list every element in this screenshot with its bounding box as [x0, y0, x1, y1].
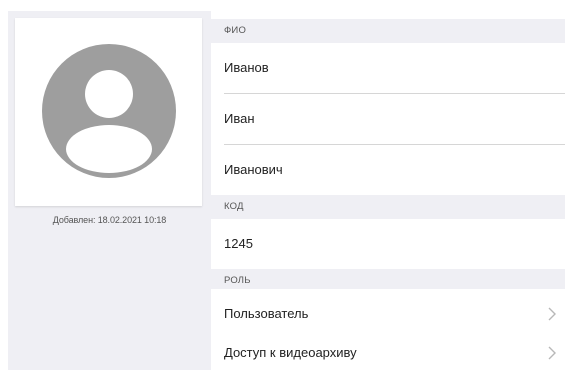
middle-name-field[interactable]: Иванович — [211, 145, 565, 195]
section-header-code: КОД — [211, 195, 565, 219]
first-name-field[interactable]: Иван — [211, 94, 565, 144]
user-profile-screen: Добавлен: 18.02.2021 10:18 ФИО Иванов Ив… — [0, 0, 565, 370]
avatar-card[interactable] — [15, 18, 202, 206]
section-header-fio: ФИО — [211, 19, 565, 43]
role-item-label: Пользователь — [224, 306, 309, 321]
role-item-label: Доступ к видеоархиву — [224, 345, 357, 360]
profile-details: ФИО Иванов Иван Иванович КОД 1245 РОЛЬ П… — [211, 11, 565, 370]
chevron-right-icon — [548, 346, 556, 360]
chevron-right-icon — [548, 307, 556, 321]
added-timestamp: Добавлен: 18.02.2021 10:18 — [52, 215, 167, 225]
role-item-video-archive[interactable]: Доступ к видеоархиву — [211, 328, 565, 370]
profile-sidebar: Добавлен: 18.02.2021 10:18 — [8, 11, 211, 370]
code-field[interactable]: 1245 — [211, 219, 565, 269]
user-avatar-icon — [42, 44, 176, 178]
last-name-field[interactable]: Иванов — [211, 43, 565, 93]
